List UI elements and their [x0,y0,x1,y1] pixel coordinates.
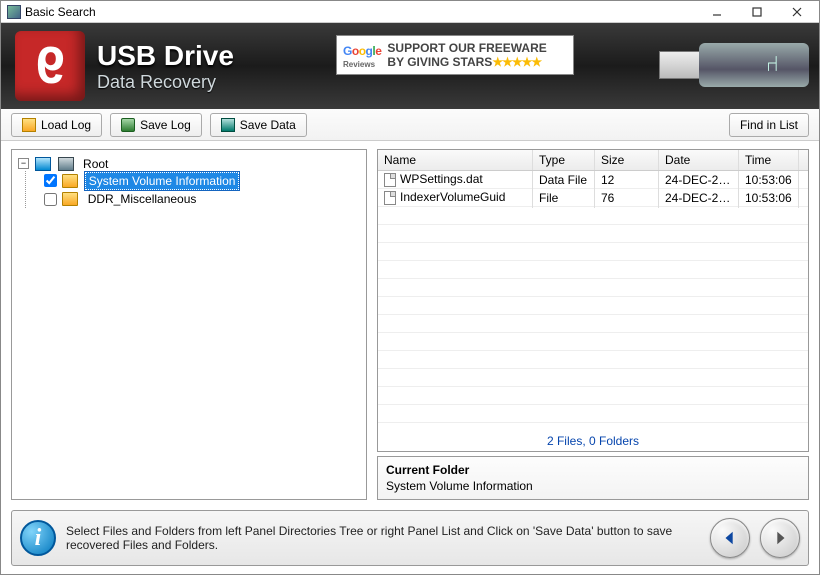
tree-item-label: System Volume Information [85,172,240,190]
footer-text: Select Files and Folders from left Panel… [66,524,700,552]
footer: i Select Files and Folders from left Pan… [11,510,809,566]
tree-panel[interactable]: − Root System Volume Information [11,149,367,500]
load-log-icon [22,118,36,132]
col-date-header[interactable]: Date [659,150,739,170]
maximize-button[interactable] [737,2,777,22]
find-in-list-label: Find in List [740,118,798,132]
drive-icon [58,157,74,171]
file-time: 10:53:06 [739,188,799,208]
tree-root-label: Root [80,156,111,172]
collapse-icon[interactable]: − [18,158,29,169]
save-log-icon [121,118,135,132]
save-log-label: Save Log [140,118,191,132]
tree-item-checkbox[interactable] [44,193,57,206]
google-line2: BY GIVING STARS [387,55,492,69]
app-window: Basic Search USB Drive Data Recovery Goo… [0,0,820,575]
logo-icon [15,31,85,101]
tree-item[interactable]: System Volume Information [44,171,362,190]
google-logo: Google [343,42,381,60]
tree-root[interactable]: − Root System Volume Information [18,154,362,210]
col-type-header[interactable]: Type [533,150,595,170]
content-area: − Root System Volume Information [1,141,819,504]
next-button[interactable] [760,518,800,558]
load-log-label: Load Log [41,118,91,132]
list-header: Name Type Size Date Time [378,150,808,171]
banner-subtitle: Data Recovery [97,72,234,93]
current-folder-panel: Current Folder System Volume Information [377,456,809,500]
save-data-button[interactable]: Save Data [210,113,307,137]
save-data-icon [221,118,235,132]
usb-drive-graphic: ⑁ [659,33,809,97]
google-line1: SUPPORT OUR FREEWARE [387,41,546,55]
titlebar: Basic Search [1,1,819,23]
minimize-button[interactable] [697,2,737,22]
folder-icon [62,192,78,206]
list-row[interactable]: IndexerVolumeGuid File 76 24-DEC-2021 10… [378,189,808,207]
close-button[interactable] [777,2,817,22]
banner: USB Drive Data Recovery Google Reviews S… [1,23,819,109]
file-size: 76 [595,188,659,208]
file-type: File [533,188,595,208]
right-panel: Name Type Size Date Time WPSettings.dat … [377,149,809,500]
banner-title: USB Drive [97,40,234,72]
save-data-label: Save Data [240,118,296,132]
find-in-list-button[interactable]: Find in List [729,113,809,137]
tree-item-checkbox[interactable] [44,174,57,187]
file-name: WPSettings.dat [400,172,483,186]
info-icon: i [20,520,56,556]
stars-icon: ★★★★★ [492,55,541,69]
folder-icon [62,174,78,188]
load-log-button[interactable]: Load Log [11,113,102,137]
file-date: 24-DEC-2021 [659,188,739,208]
col-name-header[interactable]: Name [378,150,533,170]
col-time-header[interactable]: Time [739,150,799,170]
list-body[interactable]: WPSettings.dat Data File 12 24-DEC-2021 … [378,171,808,431]
computer-icon [35,157,51,171]
current-folder-value: System Volume Information [386,479,800,493]
app-icon [7,5,21,19]
tree-item-label: DDR_Miscellaneous [85,191,200,207]
window-title: Basic Search [25,5,96,19]
file-icon [384,191,396,205]
back-button[interactable] [710,518,750,558]
file-icon [384,173,396,187]
save-log-button[interactable]: Save Log [110,113,202,137]
col-size-header[interactable]: Size [595,150,659,170]
file-list-panel[interactable]: Name Type Size Date Time WPSettings.dat … [377,149,809,452]
google-reviews-label: Reviews [343,60,381,69]
list-summary: 2 Files, 0 Folders [378,431,808,451]
current-folder-title: Current Folder [386,463,800,477]
toolbar: Load Log Save Log Save Data Find in List [1,109,819,141]
google-review-box[interactable]: Google Reviews SUPPORT OUR FREEWARE BY G… [336,35,574,75]
tree-item[interactable]: DDR_Miscellaneous [44,190,362,209]
file-name: IndexerVolumeGuid [400,190,505,204]
